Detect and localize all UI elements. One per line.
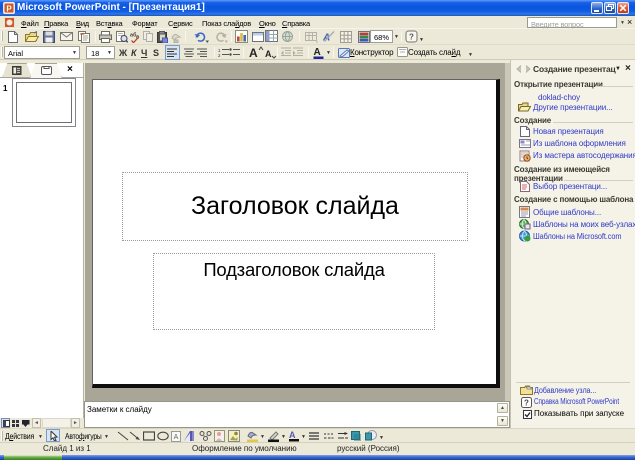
svg-text:A: A <box>323 33 330 44</box>
svg-text:A: A <box>174 434 179 441</box>
svg-text:?: ? <box>524 399 529 408</box>
svg-text:?: ? <box>409 33 414 42</box>
svg-text:A: A <box>265 49 272 59</box>
svg-text:A: A <box>249 46 258 59</box>
svg-text:2: 2 <box>218 53 221 58</box>
svg-text:A: A <box>289 430 296 440</box>
svg-text:A: A <box>314 47 321 58</box>
svg-text:P: P <box>6 5 12 14</box>
